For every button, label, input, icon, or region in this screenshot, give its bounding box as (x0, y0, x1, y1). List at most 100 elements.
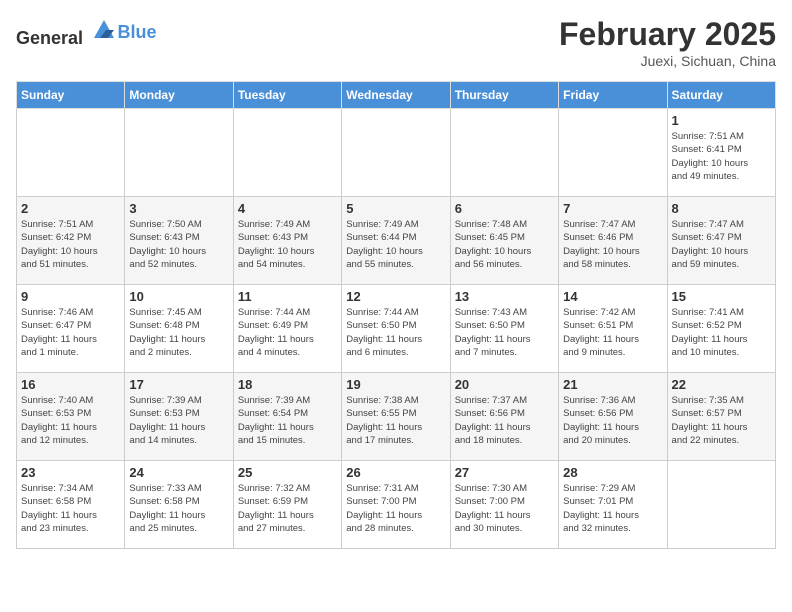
calendar-cell (559, 109, 667, 197)
calendar: SundayMondayTuesdayWednesdayThursdayFrid… (16, 81, 776, 549)
day-number: 13 (455, 289, 554, 304)
day-info: Sunrise: 7:51 AM Sunset: 6:42 PM Dayligh… (21, 218, 120, 271)
day-number: 2 (21, 201, 120, 216)
calendar-cell: 21 Sunrise: 7:36 AM Sunset: 6:56 PM Dayli… (559, 373, 667, 461)
calendar-cell (233, 109, 341, 197)
logo: General Blue (16, 16, 157, 49)
day-info: Sunrise: 7:30 AM Sunset: 7:00 PM Dayligh… (455, 482, 554, 535)
calendar-cell: 2 Sunrise: 7:51 AM Sunset: 6:42 PM Daylig… (17, 197, 125, 285)
day-number: 8 (672, 201, 771, 216)
weekday-header: Friday (559, 82, 667, 109)
calendar-cell: 28 Sunrise: 7:29 AM Sunset: 7:01 PM Dayli… (559, 461, 667, 549)
calendar-cell: 1 Sunrise: 7:51 AM Sunset: 6:41 PM Daylig… (667, 109, 775, 197)
day-info: Sunrise: 7:49 AM Sunset: 6:43 PM Dayligh… (238, 218, 337, 271)
calendar-cell: 27 Sunrise: 7:30 AM Sunset: 7:00 PM Dayli… (450, 461, 558, 549)
day-info: Sunrise: 7:33 AM Sunset: 6:58 PM Dayligh… (129, 482, 228, 535)
calendar-cell (125, 109, 233, 197)
day-info: Sunrise: 7:31 AM Sunset: 7:00 PM Dayligh… (346, 482, 445, 535)
title-block: February 2025 Juexi, Sichuan, China (559, 16, 776, 69)
calendar-cell: 25 Sunrise: 7:32 AM Sunset: 6:59 PM Dayli… (233, 461, 341, 549)
day-number: 7 (563, 201, 662, 216)
calendar-cell: 7 Sunrise: 7:47 AM Sunset: 6:46 PM Daylig… (559, 197, 667, 285)
calendar-cell: 26 Sunrise: 7:31 AM Sunset: 7:00 PM Dayli… (342, 461, 450, 549)
day-info: Sunrise: 7:35 AM Sunset: 6:57 PM Dayligh… (672, 394, 771, 447)
day-number: 23 (21, 465, 120, 480)
day-info: Sunrise: 7:39 AM Sunset: 6:54 PM Dayligh… (238, 394, 337, 447)
weekday-header: Thursday (450, 82, 558, 109)
day-info: Sunrise: 7:32 AM Sunset: 6:59 PM Dayligh… (238, 482, 337, 535)
calendar-cell (450, 109, 558, 197)
day-number: 22 (672, 377, 771, 392)
day-info: Sunrise: 7:29 AM Sunset: 7:01 PM Dayligh… (563, 482, 662, 535)
calendar-cell: 9Sunrise: 7:46 AM Sunset: 6:47 PM Daylig… (17, 285, 125, 373)
calendar-cell (667, 461, 775, 549)
calendar-week-row: 16 Sunrise: 7:40 AM Sunset: 6:53 PM Dayli… (17, 373, 776, 461)
day-info: Sunrise: 7:45 AM Sunset: 6:48 PM Dayligh… (129, 306, 228, 359)
day-info: Sunrise: 7:42 AM Sunset: 6:51 PM Dayligh… (563, 306, 662, 359)
calendar-cell: 5 Sunrise: 7:49 AM Sunset: 6:44 PM Daylig… (342, 197, 450, 285)
day-info: Sunrise: 7:41 AM Sunset: 6:52 PM Dayligh… (672, 306, 771, 359)
day-number: 26 (346, 465, 445, 480)
calendar-cell: 19Sunrise: 7:38 AM Sunset: 6:55 PM Dayli… (342, 373, 450, 461)
day-info: Sunrise: 7:47 AM Sunset: 6:46 PM Dayligh… (563, 218, 662, 271)
day-number: 17 (129, 377, 228, 392)
day-info: Sunrise: 7:48 AM Sunset: 6:45 PM Dayligh… (455, 218, 554, 271)
day-number: 18 (238, 377, 337, 392)
day-info: Sunrise: 7:34 AM Sunset: 6:58 PM Dayligh… (21, 482, 120, 535)
day-info: Sunrise: 7:51 AM Sunset: 6:41 PM Dayligh… (672, 130, 771, 183)
day-number: 3 (129, 201, 228, 216)
day-info: Sunrise: 7:50 AM Sunset: 6:43 PM Dayligh… (129, 218, 228, 271)
calendar-week-row: 2 Sunrise: 7:51 AM Sunset: 6:42 PM Daylig… (17, 197, 776, 285)
calendar-cell: 11 Sunrise: 7:44 AM Sunset: 6:49 PM Dayli… (233, 285, 341, 373)
day-number: 12 (346, 289, 445, 304)
calendar-cell: 24 Sunrise: 7:33 AM Sunset: 6:58 PM Dayli… (125, 461, 233, 549)
day-number: 11 (238, 289, 337, 304)
calendar-cell: 15 Sunrise: 7:41 AM Sunset: 6:52 PM Dayli… (667, 285, 775, 373)
day-number: 20 (455, 377, 554, 392)
calendar-cell (17, 109, 125, 197)
day-number: 24 (129, 465, 228, 480)
calendar-cell: 23 Sunrise: 7:34 AM Sunset: 6:58 PM Dayli… (17, 461, 125, 549)
day-number: 28 (563, 465, 662, 480)
day-info: Sunrise: 7:40 AM Sunset: 6:53 PM Dayligh… (21, 394, 120, 447)
logo-icon (90, 16, 118, 44)
calendar-cell: 8 Sunrise: 7:47 AM Sunset: 6:47 PM Daylig… (667, 197, 775, 285)
calendar-cell: 17 Sunrise: 7:39 AM Sunset: 6:53 PM Dayli… (125, 373, 233, 461)
calendar-cell (342, 109, 450, 197)
weekday-header: Wednesday (342, 82, 450, 109)
day-info: Sunrise: 7:46 AM Sunset: 6:47 PM Dayligh… (21, 306, 120, 359)
day-number: 15 (672, 289, 771, 304)
logo-general: General (16, 28, 83, 48)
weekday-header: Saturday (667, 82, 775, 109)
day-info: Sunrise: 7:36 AM Sunset: 6:56 PM Dayligh… (563, 394, 662, 447)
calendar-cell: 3 Sunrise: 7:50 AM Sunset: 6:43 PM Daylig… (125, 197, 233, 285)
day-number: 5 (346, 201, 445, 216)
day-info: Sunrise: 7:44 AM Sunset: 6:49 PM Dayligh… (238, 306, 337, 359)
day-number: 1 (672, 113, 771, 128)
day-info: Sunrise: 7:47 AM Sunset: 6:47 PM Dayligh… (672, 218, 771, 271)
calendar-cell: 16 Sunrise: 7:40 AM Sunset: 6:53 PM Dayli… (17, 373, 125, 461)
day-number: 27 (455, 465, 554, 480)
calendar-cell: 22 Sunrise: 7:35 AM Sunset: 6:57 PM Dayli… (667, 373, 775, 461)
calendar-cell: 4 Sunrise: 7:49 AM Sunset: 6:43 PM Daylig… (233, 197, 341, 285)
day-info: Sunrise: 7:39 AM Sunset: 6:53 PM Dayligh… (129, 394, 228, 447)
page-header: General Blue February 2025 Juexi, Sichua… (16, 16, 776, 69)
day-number: 10 (129, 289, 228, 304)
weekday-header: Tuesday (233, 82, 341, 109)
day-number: 25 (238, 465, 337, 480)
calendar-cell: 12Sunrise: 7:44 AM Sunset: 6:50 PM Dayli… (342, 285, 450, 373)
day-info: Sunrise: 7:49 AM Sunset: 6:44 PM Dayligh… (346, 218, 445, 271)
day-number: 6 (455, 201, 554, 216)
calendar-week-row: 1 Sunrise: 7:51 AM Sunset: 6:41 PM Daylig… (17, 109, 776, 197)
calendar-cell: 18 Sunrise: 7:39 AM Sunset: 6:54 PM Dayli… (233, 373, 341, 461)
location: Juexi, Sichuan, China (559, 53, 776, 69)
calendar-cell: 13Sunrise: 7:43 AM Sunset: 6:50 PM Dayli… (450, 285, 558, 373)
day-number: 21 (563, 377, 662, 392)
weekday-header: Sunday (17, 82, 125, 109)
weekday-header-row: SundayMondayTuesdayWednesdayThursdayFrid… (17, 82, 776, 109)
calendar-cell: 6 Sunrise: 7:48 AM Sunset: 6:45 PM Daylig… (450, 197, 558, 285)
calendar-week-row: 9Sunrise: 7:46 AM Sunset: 6:47 PM Daylig… (17, 285, 776, 373)
day-number: 4 (238, 201, 337, 216)
day-number: 16 (21, 377, 120, 392)
weekday-header: Monday (125, 82, 233, 109)
